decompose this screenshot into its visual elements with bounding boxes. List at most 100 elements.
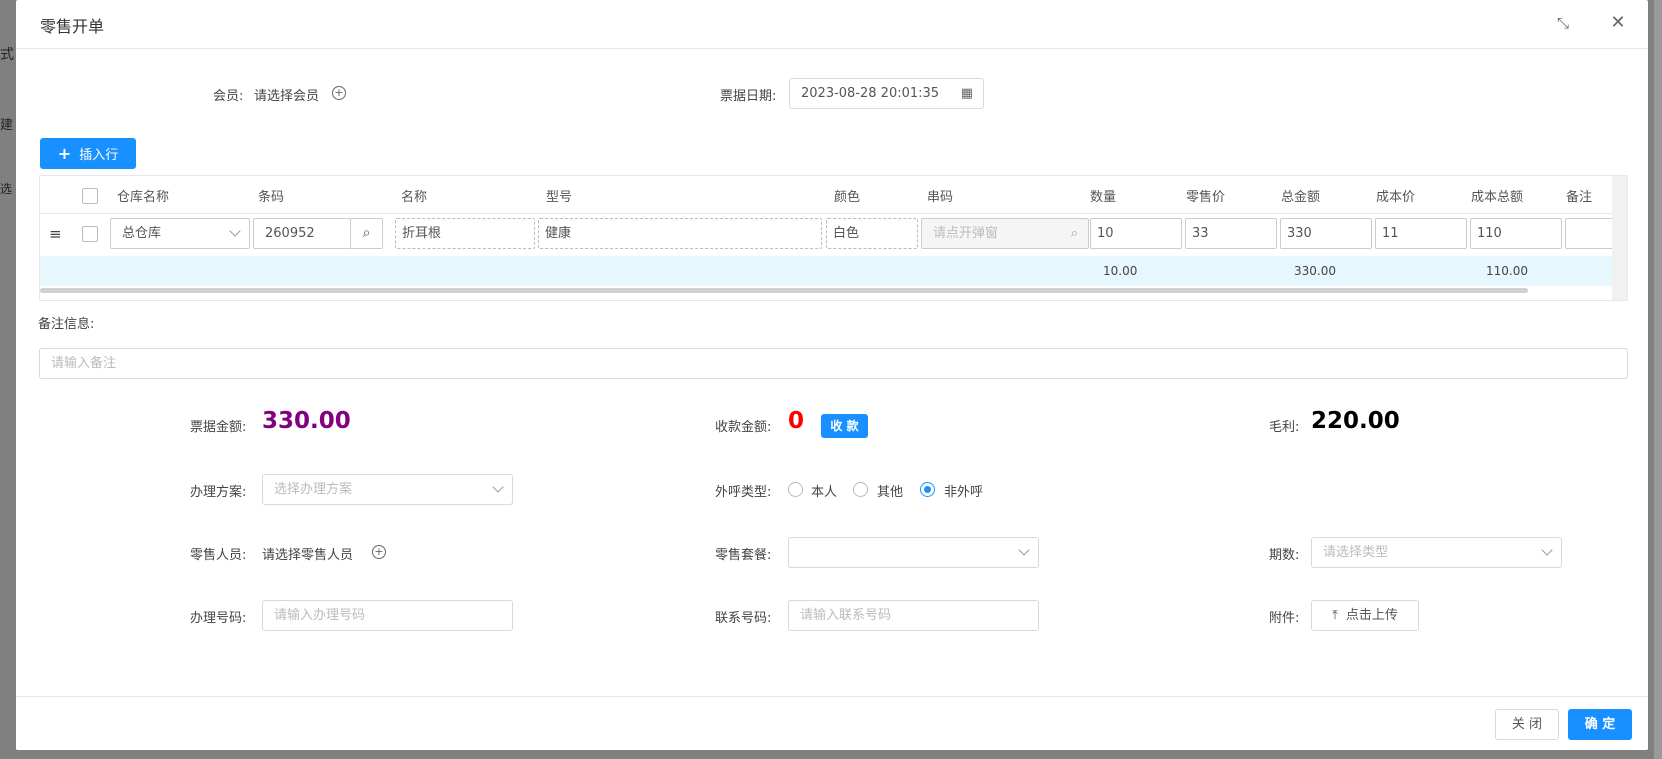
serial-placeholder: 请点开弹窗 (933, 226, 999, 241)
salesperson-label: 零售人员: (190, 548, 247, 563)
insert-row-button[interactable]: + 插入行 (40, 138, 136, 169)
chevron-down-icon (1018, 544, 1030, 556)
attachment-label: 附件: (1269, 611, 1300, 626)
remark-cell-input[interactable] (1565, 218, 1615, 249)
date-value: 2023-08-28 20:01:35 (801, 86, 940, 101)
column-header: 成本总额 (1471, 190, 1524, 205)
radio-other[interactable] (853, 482, 868, 497)
radio-label: 其他 (877, 485, 904, 500)
serial-input[interactable]: 请点开弹窗 ⌕ (921, 218, 1089, 249)
collect-payment-button[interactable]: 收 款 (821, 414, 868, 438)
summary-quantity: 10.00 (1103, 264, 1138, 278)
received-amount-label: 收款金额: (715, 420, 772, 435)
column-header: 备注 (1566, 190, 1593, 205)
plan-label: 办理方案: (190, 485, 247, 500)
barcode-search-button[interactable]: ⌕ (350, 218, 383, 249)
plan-placeholder: 选择办理方案 (274, 482, 353, 497)
background-text: 式 (0, 47, 14, 63)
cost-price-input[interactable]: 11 (1375, 218, 1467, 249)
bill-amount-label: 票据金额: (190, 420, 247, 435)
bill-amount-value: 330.00 (262, 408, 351, 434)
upload-label: 点击上传 (1345, 608, 1398, 623)
row-checkbox[interactable] (82, 226, 98, 242)
vertical-scrollbar[interactable] (1612, 176, 1627, 300)
handle-number-input[interactable]: 请输入办理号码 (262, 600, 513, 631)
background-edge (1654, 0, 1662, 759)
dialog-footer: 关 闭 确 定 (16, 696, 1648, 750)
chevron-down-icon (492, 481, 504, 493)
retail-order-dialog: 零售开单 ⤡ ✕ 会员: 请选择会员 + 票据日期: 2023-08-28 20… (16, 0, 1648, 750)
column-header: 仓库名称 (117, 190, 170, 205)
product-table: 仓库名称 条码 名称 型号 颜色 串码 数量 零售价 总金额 成本价 成本总额 … (39, 175, 1628, 301)
product-model-cell[interactable]: 健康 (538, 218, 822, 249)
retail-price-input[interactable]: 33 (1185, 218, 1277, 249)
search-icon: ⌕ (1070, 226, 1078, 241)
fullscreen-icon[interactable]: ⤡ (1552, 12, 1574, 34)
column-header: 名称 (401, 190, 428, 205)
header-divider (40, 213, 1614, 214)
dialog-header: 零售开单 ⤡ ✕ (16, 0, 1648, 49)
column-header: 串码 (927, 190, 954, 205)
received-amount-value: 0 (788, 408, 805, 434)
horizontal-scrollbar[interactable] (40, 288, 1528, 293)
radio-label: 本人 (811, 485, 838, 500)
close-button[interactable]: 关 闭 (1495, 709, 1559, 740)
column-header: 型号 (546, 190, 573, 205)
period-select[interactable]: 请选择类型 (1311, 537, 1562, 568)
chevron-down-icon (229, 225, 241, 237)
close-icon[interactable]: ✕ (1607, 12, 1629, 34)
chevron-down-icon (1541, 544, 1553, 556)
barcode-input[interactable]: 260952 (253, 218, 351, 249)
remark-input[interactable]: 请输入备注 (39, 348, 1628, 379)
upload-button[interactable]: ⤒ 点击上传 (1311, 600, 1419, 631)
product-name-cell[interactable]: 折耳根 (395, 218, 535, 249)
period-placeholder: 请选择类型 (1323, 545, 1389, 560)
drag-handle-icon[interactable]: ≡ (49, 225, 62, 243)
add-member-icon[interactable]: + (332, 86, 346, 100)
confirm-button[interactable]: 确 定 (1568, 709, 1632, 740)
select-all-checkbox[interactable] (82, 188, 98, 204)
remark-label: 备注信息: (38, 317, 95, 332)
quantity-input[interactable]: 10 (1090, 218, 1182, 249)
warehouse-value: 总仓库 (122, 226, 162, 241)
package-label: 零售套餐: (715, 548, 772, 563)
search-icon: ⌕ (362, 225, 371, 241)
summary-cost-total: 110.00 (1486, 264, 1528, 278)
date-label: 票据日期: (720, 89, 777, 104)
background-text: 建 (0, 118, 14, 133)
column-header: 数量 (1090, 190, 1117, 205)
background-text: 选 (0, 182, 13, 196)
handle-number-label: 办理号码: (190, 611, 247, 626)
plus-icon: + (57, 144, 72, 163)
total-amount-input[interactable]: 330 (1280, 218, 1372, 249)
member-label: 会员: (213, 89, 244, 104)
profit-value: 220.00 (1311, 408, 1400, 434)
warehouse-select[interactable]: 总仓库 (110, 218, 250, 249)
member-select[interactable]: 请选择会员 (254, 85, 319, 104)
radio-label: 非外呼 (944, 485, 984, 500)
column-header: 条码 (258, 190, 285, 205)
column-header: 总金额 (1281, 190, 1321, 205)
radio-no-call[interactable] (920, 482, 935, 497)
profit-label: 毛利: (1269, 420, 1300, 435)
contact-number-input[interactable]: 请输入联系号码 (788, 600, 1039, 631)
column-header: 颜色 (834, 190, 861, 205)
calendar-icon: ▦ (960, 86, 973, 101)
contact-number-label: 联系号码: (715, 611, 772, 626)
salesperson-select[interactable]: 请选择零售人员 (262, 544, 353, 563)
cost-total-input[interactable]: 110 (1470, 218, 1562, 249)
column-header: 零售价 (1186, 190, 1226, 205)
plan-select[interactable]: 选择办理方案 (262, 474, 513, 505)
summary-total: 330.00 (1294, 264, 1336, 278)
column-header: 成本价 (1376, 190, 1416, 205)
insert-row-label: 插入行 (79, 148, 119, 163)
add-salesperson-icon[interactable]: + (372, 545, 386, 559)
product-color-cell[interactable]: 白色 (826, 218, 918, 249)
upload-icon: ⤒ (1332, 608, 1338, 623)
dialog-title: 零售开单 (40, 17, 105, 36)
period-label: 期数: (1269, 548, 1300, 563)
radio-self[interactable] (788, 482, 803, 497)
call-type-label: 外呼类型: (715, 485, 772, 500)
date-picker[interactable]: 2023-08-28 20:01:35 ▦ (789, 78, 984, 109)
package-select[interactable] (788, 537, 1039, 568)
